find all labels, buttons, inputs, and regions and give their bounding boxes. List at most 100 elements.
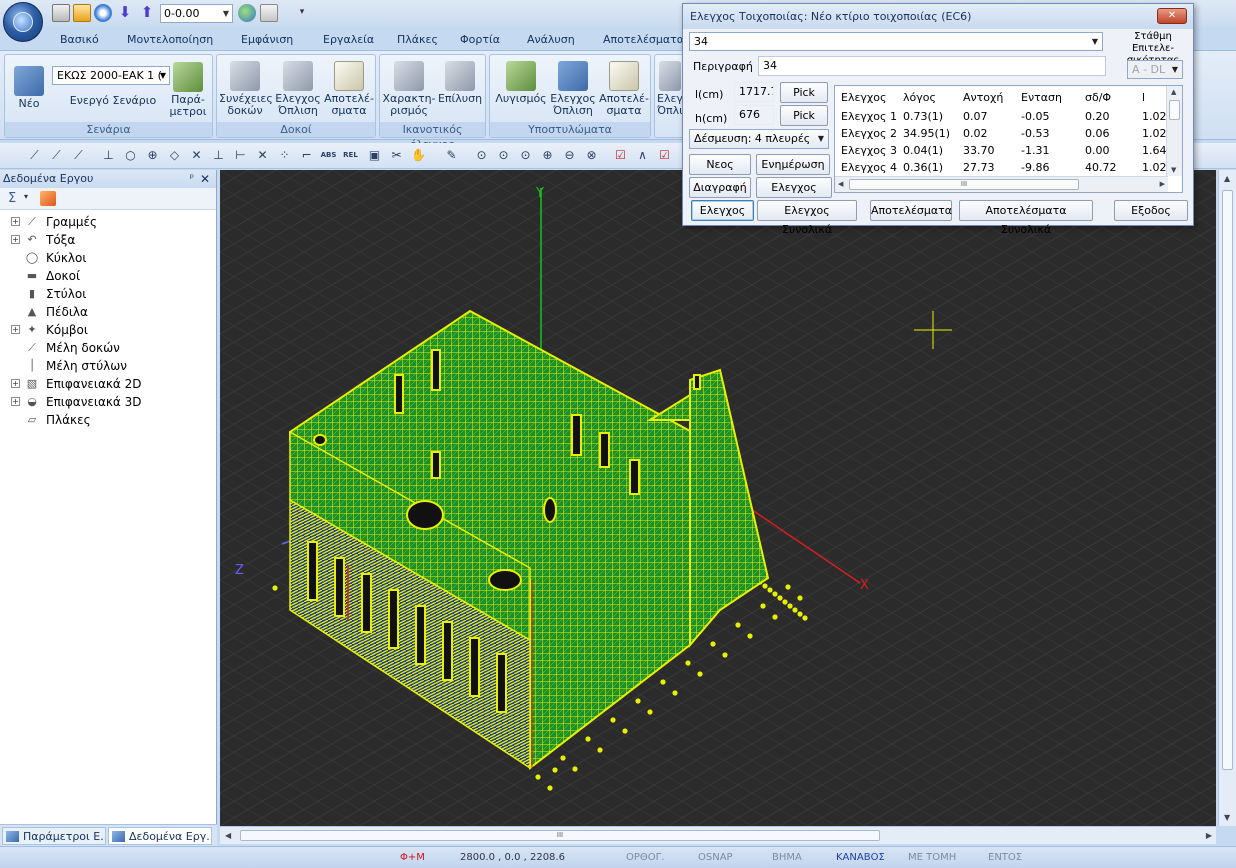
expand-toggle-icon[interactable]: + xyxy=(11,235,20,244)
tree-item[interactable]: ▮ Στύλοι xyxy=(0,285,216,303)
perpendicular-icon[interactable]: ⊥ xyxy=(100,147,117,164)
pan-icon[interactable]: ✋ xyxy=(410,147,427,164)
status-ortho[interactable]: ΟΡΘΟΓ. xyxy=(626,852,664,863)
expand-toggle-icon[interactable]: + xyxy=(11,325,20,334)
tab-modeling[interactable]: Μοντελοποίηση xyxy=(127,33,213,46)
column-header[interactable]: Αντοχή xyxy=(957,86,1015,108)
delete-button[interactable]: Διαγραφή xyxy=(689,177,751,198)
tab-tools[interactable]: Εργαλεία xyxy=(323,33,374,46)
buckling-button[interactable]: Λυγισμός xyxy=(494,58,548,105)
node-icon[interactable]: ⁘ xyxy=(276,147,293,164)
application-orb-button[interactable] xyxy=(3,2,43,42)
zoom-window-icon[interactable]: ⊙ xyxy=(495,147,512,164)
expand-toggle-icon[interactable]: + xyxy=(11,397,20,406)
continuous-beams-button[interactable]: Συνέχειες δοκών xyxy=(219,58,273,117)
viewport-horizontal-scrollbar[interactable]: ◀ III ▶ xyxy=(220,826,1216,844)
split-line-icon[interactable]: ⟋ xyxy=(70,147,87,164)
tree-item[interactable]: + ↶ Τόξα xyxy=(0,231,216,249)
tree-item[interactable]: ◯ Κύκλοι xyxy=(0,249,216,267)
table-row[interactable]: Ελεγχος 1 0.73(1) 0.07 -0.05 0.20 1.02 xyxy=(835,108,1166,125)
tree-item[interactable]: + ▧ Επιφανειακά 2D xyxy=(0,375,216,393)
sort-icon[interactable]: Σ xyxy=(8,191,16,206)
status-grid[interactable]: ΚΑΝΑΒΟΣ xyxy=(836,852,885,863)
pick-length-button[interactable]: Pick xyxy=(780,82,828,103)
tree-item[interactable]: │ Μέλη στύλων xyxy=(0,357,216,375)
tree-item[interactable]: + ◒ Επιφανειακά 3D xyxy=(0,393,216,411)
tab-loads[interactable]: Φορτία xyxy=(460,33,500,46)
table-row[interactable]: Ελεγχος 3 0.04(1) 33.70 -1.31 0.00 1.64 xyxy=(835,142,1166,159)
eye-icon[interactable] xyxy=(94,4,112,22)
extend-icon[interactable]: ⊢ xyxy=(232,147,249,164)
zoom-in-icon[interactable]: ⊕ xyxy=(539,147,556,164)
status-osnap[interactable]: OSNAP xyxy=(698,852,733,863)
status-inside[interactable]: ΕΝΤΟΣ xyxy=(988,852,1022,863)
pencil-icon[interactable]: ✎ xyxy=(443,147,460,164)
grid-scroll-left-icon[interactable]: ◀ xyxy=(838,180,843,188)
solve-button[interactable]: Επίλυση xyxy=(436,58,484,105)
status-step[interactable]: ΒΗΜΑ xyxy=(772,852,802,863)
exit-button[interactable]: Εξοδος xyxy=(1114,200,1188,221)
table-row[interactable]: Ελεγχος 4 0.36(1) 27.73 -9.86 40.72 1.02 xyxy=(835,159,1166,176)
column-header[interactable]: Ελεγχος xyxy=(835,86,897,108)
scroll-left-icon[interactable]: ◀ xyxy=(225,831,231,840)
scroll-down-icon[interactable]: ▼ xyxy=(1224,813,1230,822)
arc-icon[interactable]: ◇ xyxy=(166,147,183,164)
zoom-icon[interactable]: ⊙ xyxy=(473,147,490,164)
zoom-all-icon[interactable]: ⊗ xyxy=(583,147,600,164)
characterization-button[interactable]: Χαρακτη- ρισμός xyxy=(382,58,436,117)
pick-height-button[interactable]: Pick xyxy=(780,105,828,126)
grid-scroll-down-icon[interactable]: ▼ xyxy=(1171,166,1176,174)
scenario-combo[interactable]: ΕΚΩΣ 2000-ΕΑΚ 1 (▼ xyxy=(52,66,170,85)
vertical-scroll-thumb[interactable] xyxy=(1222,190,1233,770)
expand-toggle-icon[interactable]: + xyxy=(11,379,20,388)
tools-icon[interactable] xyxy=(260,4,278,22)
abs-coord-icon[interactable]: ABS xyxy=(320,147,337,164)
performance-level-combo[interactable]: A - DL ▼ xyxy=(1127,60,1183,79)
active-scenario-label[interactable]: Ενεργό Σενάριο xyxy=(63,95,163,107)
line-icon[interactable]: ⟋ xyxy=(26,147,43,164)
column-header[interactable]: σδ/Φ xyxy=(1079,86,1136,108)
tab-slabs[interactable]: Πλάκες xyxy=(397,33,438,46)
cross-icon[interactable]: ✕ xyxy=(254,147,271,164)
grid-vscroll-thumb[interactable] xyxy=(1169,100,1180,120)
beam-check-reinforce-button[interactable]: Ελεγχος Όπλιση xyxy=(273,58,323,117)
column-header[interactable]: Ενταση xyxy=(1015,86,1079,108)
grid-horizontal-scrollbar[interactable]: ◀ III ▶ xyxy=(835,176,1168,192)
restraint-combo[interactable]: Δέσμευση: 4 πλευρές ▼ xyxy=(689,129,829,149)
scroll-up-icon[interactable]: ▲ xyxy=(1224,174,1230,183)
print-icon[interactable] xyxy=(52,4,70,22)
grid-scroll-right-icon[interactable]: ▶ xyxy=(1160,180,1165,188)
tab-project-data[interactable]: Δεδομένα Εργ... xyxy=(108,827,212,845)
wall-select-combo[interactable]: 34 ▼ xyxy=(689,32,1103,51)
cut-icon[interactable]: ✂ xyxy=(388,147,405,164)
checkbox-checked-2-icon[interactable]: ☑ xyxy=(656,147,673,164)
grid-vertical-scrollbar[interactable]: ▲ ▼ xyxy=(1166,86,1182,176)
polyline-icon[interactable]: ⟋ xyxy=(48,147,65,164)
angle-icon[interactable]: ∧ xyxy=(634,147,651,164)
expand-toggle-icon[interactable]: + xyxy=(11,217,20,226)
new-button[interactable]: Νεος xyxy=(689,154,751,175)
intersection-icon[interactable]: ✕ xyxy=(188,147,205,164)
tab-view[interactable]: Εμφάνιση xyxy=(241,33,293,46)
description-field[interactable]: 34 xyxy=(758,56,1106,76)
web-globe-icon[interactable] xyxy=(238,4,256,22)
results-grid[interactable]: Ελεγχος λόγος Αντοχή Ενταση σδ/Φ l Ελεγχος 1 0.… xyxy=(834,85,1183,193)
column-header[interactable]: l xyxy=(1136,86,1166,108)
tree-item[interactable]: ▲ Πέδιλα xyxy=(0,303,216,321)
update-button[interactable]: Ενημέρωση xyxy=(756,154,830,175)
masonry-building[interactable] xyxy=(289,309,770,771)
tree-item[interactable]: ▱ Πλάκες xyxy=(0,411,216,429)
qat-customize-icon[interactable]: ▾ xyxy=(293,4,311,22)
new-scenario-button[interactable]: Νέο xyxy=(11,58,47,110)
arrow-up-icon[interactable]: ⬆ xyxy=(138,4,156,22)
snap-point-icon[interactable]: ⌐ xyxy=(298,147,315,164)
status-phi-m[interactable]: Φ+Μ xyxy=(400,852,425,863)
3d-viewport[interactable]: Y X Z xyxy=(220,170,1216,826)
tree-item[interactable]: + ⟋ Γραμμές xyxy=(0,213,216,231)
beam-results-button[interactable]: Αποτελέ- σματα xyxy=(323,58,375,117)
tree-item[interactable]: ⟋ Μέλη δοκών xyxy=(0,339,216,357)
grid-scroll-up-icon[interactable]: ▲ xyxy=(1171,88,1176,96)
rel-coord-icon[interactable]: REL xyxy=(342,147,359,164)
check-total-button[interactable]: Ελεγχος Συνολικά xyxy=(757,200,857,236)
partial-check-button[interactable]: Ελεγ Όπλι xyxy=(657,58,683,117)
